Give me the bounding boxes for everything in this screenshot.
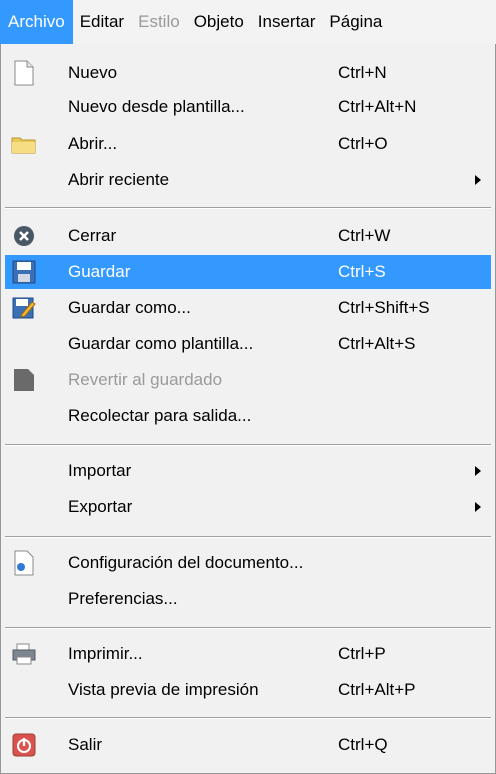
menu-separator [5,207,491,209]
menu-item-label: Guardar como... [68,298,191,317]
menu-item-revertir-al-guardado[interactable]: Revertir al guardado [5,363,491,397]
menu-item-label: Nuevo [68,63,118,82]
menu-item-shortcut: Ctrl+Shift+S [338,298,430,317]
menu-item-label: Exportar [68,497,133,516]
menu-item-configuracion-documento[interactable]: Configuración del documento... [5,546,491,580]
save-disk-icon [11,259,37,285]
revert-icon [11,367,37,393]
menu-item-shortcut: Ctrl+Alt+P [338,680,416,699]
power-icon [11,732,37,758]
menu-item-label: Preferencias... [68,589,178,608]
menu-item-label: Cerrar [68,226,117,245]
menu-item-shortcut: Ctrl+Alt+N [338,97,417,116]
menu-insertar[interactable]: Insertar [251,0,323,44]
menu-item-label: Nuevo desde plantilla... [68,97,245,116]
menu-item-shortcut: Ctrl+O [338,134,388,153]
menu-item-label: Importar [68,461,132,480]
menu-item-shortcut: Ctrl+S [338,262,386,281]
menu-editar[interactable]: Editar [73,0,131,44]
submenu-arrow-icon [475,175,481,185]
menu-item-nuevo-desde-plantilla[interactable]: Nuevo desde plantilla... Ctrl+Alt+N [5,90,491,124]
menu-item-nuevo[interactable]: Nuevo Ctrl+N [5,56,491,90]
menu-item-abrir-reciente[interactable]: Abrir reciente [5,163,491,197]
menu-archivo[interactable]: Archivo [0,0,73,44]
new-document-icon [11,60,37,86]
menu-item-label: Recolectar para salida... [68,406,252,425]
menu-item-shortcut: Ctrl+Alt+S [338,334,416,353]
menu-item-guardar[interactable]: Guardar Ctrl+S [5,255,491,289]
menu-item-shortcut: Ctrl+Q [338,735,388,754]
menu-objeto[interactable]: Objeto [187,0,251,44]
archivo-dropdown-menu: Nuevo Ctrl+N Nuevo desde plantilla... Ct… [0,44,496,774]
menu-item-imprimir[interactable]: Imprimir... Ctrl+P [5,637,491,671]
menu-item-cerrar[interactable]: Cerrar Ctrl+W [5,219,491,253]
menu-item-label: Revertir al guardado [68,370,223,389]
menu-item-label: Abrir reciente [68,170,170,189]
submenu-arrow-icon [475,466,481,476]
menu-separator [5,536,491,538]
menu-item-label: Vista previa de impresión [68,680,259,699]
menu-separator [5,717,491,719]
menu-bar: Archivo Editar Estilo Objeto Insertar Pá… [0,0,496,44]
menu-item-salir[interactable]: Salir Ctrl+Q [5,728,491,762]
menu-item-shortcut: Ctrl+N [338,63,387,82]
menu-separator [5,444,491,446]
menu-item-recolectar-para-salida[interactable]: Recolectar para salida... [5,399,491,433]
menu-item-vista-previa-impresion[interactable]: Vista previa de impresión Ctrl+Alt+P [5,673,491,707]
menu-item-label: Salir [68,735,103,754]
menu-item-importar[interactable]: Importar [5,454,491,488]
menu-separator [5,627,491,629]
menu-item-label: Imprimir... [68,644,143,663]
save-as-icon [11,295,37,321]
submenu-arrow-icon [475,502,481,512]
folder-icon [11,131,37,157]
menu-item-preferencias[interactable]: Preferencias... [5,582,491,616]
menu-item-guardar-como[interactable]: Guardar como... Ctrl+Shift+S [5,291,491,325]
printer-icon [11,641,37,667]
menu-item-exportar[interactable]: Exportar [5,490,491,524]
menu-item-abrir[interactable]: Abrir... Ctrl+O [5,127,491,161]
menu-pagina[interactable]: Página [322,0,389,44]
document-setup-icon [11,550,37,576]
menu-item-shortcut: Ctrl+W [338,226,391,245]
close-circle-icon [11,223,37,249]
menu-estilo[interactable]: Estilo [131,0,187,44]
menu-item-label: Guardar como plantilla... [68,334,254,353]
menu-item-shortcut: Ctrl+P [338,644,386,663]
menu-item-label: Abrir... [68,134,118,153]
menu-item-label: Configuración del documento... [68,553,304,572]
menu-item-label: Guardar [68,262,131,281]
menu-item-guardar-como-plantilla[interactable]: Guardar como plantilla... Ctrl+Alt+S [5,327,491,361]
